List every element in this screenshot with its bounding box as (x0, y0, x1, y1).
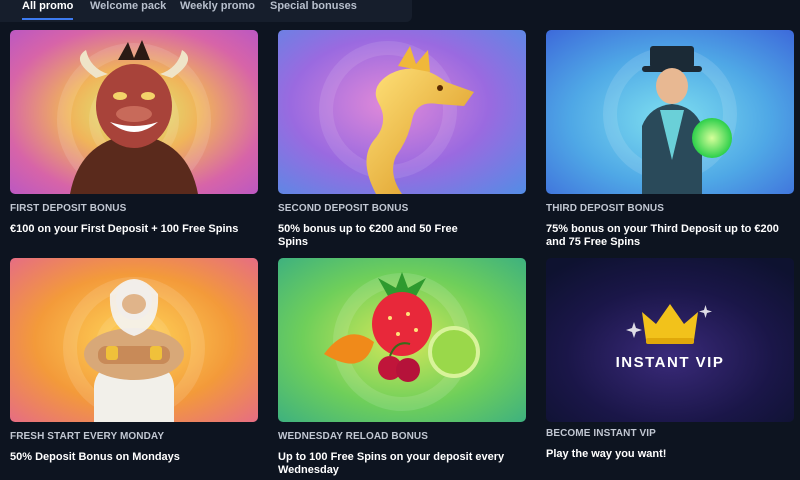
tab-welcome-pack[interactable]: Welcome pack (90, 0, 166, 18)
magician-image (546, 30, 794, 194)
crown-banner-image (546, 258, 794, 422)
promo-card-instant-vip[interactable]: INSTANT VIP (546, 258, 794, 422)
promo-card-wednesday-reload[interactable] (278, 258, 526, 422)
promo-category: FIRST DEPOSIT BONUS (10, 203, 127, 214)
promo-card-second-deposit[interactable] (278, 30, 526, 194)
tab-all-promo[interactable]: All promo (22, 0, 74, 20)
promo-category: SECOND DEPOSIT BONUS (278, 203, 409, 214)
tab-weekly-promo[interactable]: Weekly promo (180, 0, 255, 18)
bull-mascot-image (10, 30, 258, 194)
promo-card-fresh-start-monday[interactable] (10, 258, 258, 422)
promo-card-first-deposit[interactable] (10, 30, 258, 194)
promo-category: THIRD DEPOSIT BONUS (546, 203, 665, 214)
golden-dragon-image (278, 30, 526, 194)
promo-tabs: All promo Welcome pack Weekly promo Spec… (0, 0, 412, 22)
instant-vip-banner-text: INSTANT VIP (615, 354, 725, 371)
promo-title: €100 on your First Deposit + 100 Free Sp… (10, 223, 239, 235)
promo-title: 50% Deposit Bonus on Mondays (10, 451, 180, 463)
fruits-image (278, 258, 526, 422)
promo-title: 75% bonus on your Third Deposit up to €2… (546, 223, 779, 248)
promo-category: FRESH START EVERY MONDAY (10, 431, 165, 442)
promo-category: WEDNESDAY RELOAD BONUS (278, 431, 428, 442)
promo-title: 50% bonus up to €200 and 50 Free Spins (278, 223, 458, 248)
zeus-image (10, 258, 258, 422)
promo-title: Up to 100 Free Spins on your deposit eve… (278, 451, 505, 476)
tab-special-bonuses[interactable]: Special bonuses (270, 0, 357, 18)
promo-card-third-deposit[interactable] (546, 30, 794, 194)
promo-title: Play the way you want! (546, 448, 667, 460)
promo-category: BECOME INSTANT VIP (546, 428, 656, 439)
